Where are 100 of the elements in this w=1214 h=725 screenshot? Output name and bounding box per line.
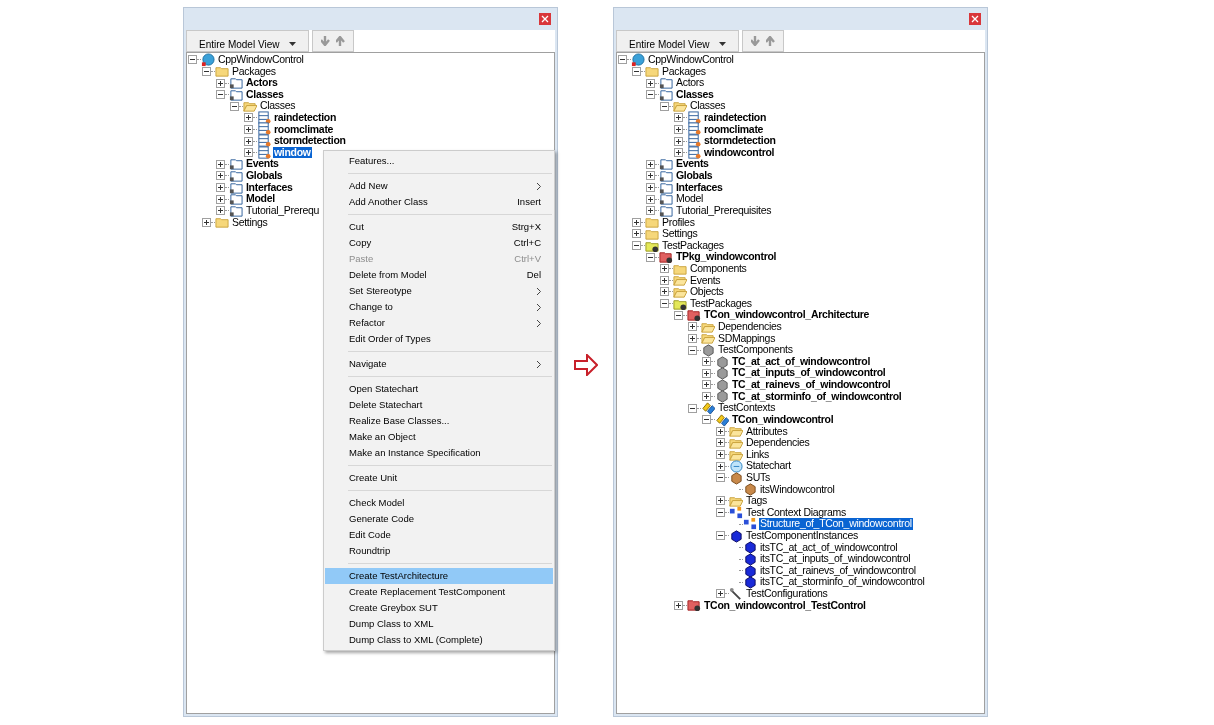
- tree-item[interactable]: roomclimate: [703, 123, 765, 136]
- tree-item[interactable]: window: [273, 146, 312, 159]
- menu-item[interactable]: Set Stereotype: [325, 283, 553, 299]
- tree-item[interactable]: CppWindowControl: [217, 54, 305, 66]
- expand-toggle-icon[interactable]: [702, 368, 711, 378]
- tree-item[interactable]: TC_at_act_of_windowcontrol: [731, 355, 872, 368]
- menu-item[interactable]: Dump Class to XML (Complete): [325, 632, 553, 648]
- tree-item[interactable]: Actors: [675, 77, 705, 89]
- tree-item[interactable]: Events: [245, 158, 280, 171]
- menu-item[interactable]: Open Statechart: [325, 381, 553, 397]
- collapse-toggle-icon[interactable]: [202, 66, 211, 76]
- menu-item[interactable]: Dump Class to XML: [325, 616, 553, 632]
- tree-item[interactable]: itsTC_at_act_of_windowcontrol: [759, 541, 899, 554]
- tree-item[interactable]: Interfaces: [675, 181, 724, 194]
- tree-item[interactable]: Events: [675, 158, 710, 171]
- tree-item[interactable]: CppWindowControl: [647, 54, 735, 66]
- menu-item[interactable]: Edit Order of Types: [325, 331, 553, 347]
- tree-item[interactable]: Tutorial_Prerequisites: [675, 204, 773, 217]
- menu-item[interactable]: Change to: [325, 299, 553, 315]
- collapse-toggle-icon[interactable]: [660, 101, 669, 111]
- menu-item[interactable]: Make an Object: [325, 429, 553, 445]
- expand-toggle-icon[interactable]: [202, 217, 211, 227]
- menu-item[interactable]: Realize Base Classes...: [325, 413, 553, 429]
- tree-item[interactable]: raindetection: [273, 112, 338, 124]
- tree-item[interactable]: TestComponentInstances: [745, 530, 859, 542]
- tree-item[interactable]: SDMappings: [717, 332, 777, 345]
- expand-toggle-icon[interactable]: [702, 357, 711, 367]
- tree-item[interactable]: itsTC_at_storminfo_of_windowcontrol: [759, 576, 926, 588]
- collapse-toggle-icon[interactable]: [618, 55, 627, 65]
- tree-item[interactable]: Classes: [259, 100, 297, 113]
- expand-toggle-icon[interactable]: [216, 159, 225, 169]
- tree-item[interactable]: Packages: [231, 65, 277, 78]
- collapse-toggle-icon[interactable]: [716, 473, 725, 483]
- menu-item[interactable]: Create Replacement TestComponent: [325, 584, 553, 600]
- collapse-toggle-icon[interactable]: [702, 415, 711, 425]
- menu-item[interactable]: Check Model: [325, 495, 553, 511]
- expand-toggle-icon[interactable]: [674, 136, 683, 146]
- tree-item[interactable]: Dependencies: [745, 437, 811, 449]
- tree-item[interactable]: TestPackages: [689, 297, 753, 310]
- expand-toggle-icon[interactable]: [716, 461, 725, 471]
- tree-item[interactable]: stormdetection: [703, 135, 777, 147]
- tree-item[interactable]: windowcontrol: [703, 146, 776, 159]
- tree-item[interactable]: stormdetection: [273, 135, 347, 147]
- menu-item[interactable]: Navigate: [325, 356, 553, 372]
- tree-item[interactable]: Links: [745, 448, 770, 461]
- collapse-toggle-icon[interactable]: [716, 531, 725, 541]
- menu-item[interactable]: Add New: [325, 178, 553, 194]
- expand-toggle-icon[interactable]: [716, 589, 725, 599]
- tree-item[interactable]: Globals: [245, 170, 284, 182]
- menu-item[interactable]: Create TestArchitecture: [325, 568, 553, 584]
- collapse-toggle-icon[interactable]: [188, 55, 197, 65]
- tree-item[interactable]: TC_at_rainevs_of_windowcontrol: [731, 379, 892, 391]
- tree-item[interactable]: Settings: [661, 228, 699, 240]
- tree-item[interactable]: itsWindowcontrol: [759, 483, 836, 496]
- expand-toggle-icon[interactable]: [216, 171, 225, 181]
- expand-toggle-icon[interactable]: [674, 124, 683, 134]
- expand-toggle-icon[interactable]: [646, 159, 655, 169]
- tree-item[interactable]: Objects: [689, 286, 725, 298]
- expand-toggle-icon[interactable]: [674, 600, 683, 610]
- collapse-toggle-icon[interactable]: [216, 90, 225, 100]
- tree-item[interactable]: Globals: [675, 170, 714, 182]
- expand-toggle-icon[interactable]: [674, 148, 683, 158]
- expand-toggle-icon[interactable]: [674, 113, 683, 123]
- expand-toggle-icon[interactable]: [646, 183, 655, 192]
- menu-item[interactable]: Edit Code: [325, 527, 553, 543]
- expand-toggle-icon[interactable]: [632, 229, 641, 239]
- tree-item[interactable]: Attributes: [745, 425, 789, 438]
- tree-item[interactable]: raindetection: [703, 112, 768, 124]
- collapse-toggle-icon[interactable]: [632, 241, 641, 251]
- expand-toggle-icon[interactable]: [216, 206, 225, 216]
- tree-item[interactable]: Components: [689, 262, 748, 275]
- menu-item[interactable]: Make an Instance Specification: [325, 445, 553, 461]
- view-dropdown[interactable]: Entire Model View: [616, 30, 740, 52]
- menu-item[interactable]: Add Another Class Insert: [325, 194, 553, 210]
- expand-toggle-icon[interactable]: [216, 183, 225, 192]
- expand-toggle-icon[interactable]: [646, 78, 655, 88]
- tree-item[interactable]: TCon_windowcontrol_Architecture: [703, 309, 871, 321]
- tree-item[interactable]: Profiles: [661, 216, 696, 229]
- tree-item[interactable]: Tags: [745, 495, 768, 507]
- tree-item[interactable]: TestConfigurations: [745, 588, 829, 600]
- expand-toggle-icon[interactable]: [244, 113, 253, 123]
- expand-toggle-icon[interactable]: [716, 438, 725, 448]
- expand-toggle-icon[interactable]: [716, 496, 725, 506]
- expand-toggle-icon[interactable]: [716, 450, 725, 459]
- collapse-toggle-icon[interactable]: [230, 101, 239, 111]
- collapse-toggle-icon[interactable]: [674, 310, 683, 320]
- expand-toggle-icon[interactable]: [244, 124, 253, 134]
- collapse-toggle-icon[interactable]: [688, 403, 697, 413]
- expand-toggle-icon[interactable]: [646, 171, 655, 181]
- expand-toggle-icon[interactable]: [216, 78, 225, 88]
- tree-item[interactable]: Statechart: [745, 460, 792, 472]
- tree-item[interactable]: TCon_windowcontrol: [731, 413, 835, 426]
- tree-item[interactable]: Structure_of_TCon_windowcontrol: [759, 518, 913, 530]
- tree-item[interactable]: Events: [689, 274, 722, 287]
- tree-item[interactable]: TestPackages: [661, 239, 725, 252]
- expand-toggle-icon[interactable]: [702, 380, 711, 390]
- expand-toggle-icon[interactable]: [216, 194, 225, 204]
- tree-item[interactable]: roomclimate: [273, 123, 335, 136]
- close-button[interactable]: [539, 13, 551, 25]
- menu-item[interactable]: Generate Code: [325, 511, 553, 527]
